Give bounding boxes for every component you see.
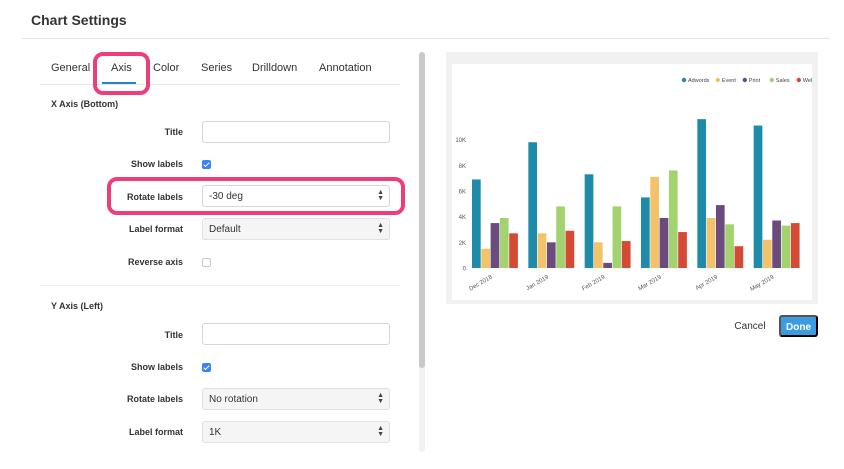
select-arrows-icon: ▲ ▼ — [377, 392, 384, 405]
x-axis-title-label: Title — [164, 127, 183, 137]
bar-web — [509, 233, 518, 268]
x-axis-label-format-value: Default — [209, 224, 241, 235]
x-axis-show-labels-label: Show labels — [130, 159, 183, 169]
legend-label-print: Print — [749, 78, 761, 84]
y-axis-show-labels-checkbox[interactable] — [202, 363, 211, 372]
cancel-button[interactable]: Cancel — [728, 318, 772, 336]
bar-sales — [725, 224, 734, 268]
bar-event — [762, 239, 772, 268]
tab-annotation[interactable]: Annotation — [319, 62, 372, 74]
select-arrows-icon: ▲ ▼ — [377, 425, 384, 438]
dialog-title: Chart Settings — [31, 12, 127, 28]
bar-event — [481, 248, 490, 268]
legend-marker-sales — [769, 77, 774, 83]
tab-general[interactable]: General — [51, 62, 90, 74]
y-tick-label: 10K — [455, 138, 466, 144]
bar-sales — [612, 206, 622, 268]
legend-marker-adwords — [681, 77, 687, 83]
bar-event — [537, 233, 547, 268]
bar-adwords — [753, 125, 763, 268]
bar-adwords — [528, 142, 538, 268]
x-tick-label: Jan 2019 — [526, 274, 551, 292]
bar-sales — [668, 170, 678, 268]
bar-sales — [499, 217, 509, 268]
x-axis-label-format-select[interactable]: Default ▲ ▼ — [202, 218, 390, 240]
y-tick-label: 6K — [459, 190, 466, 196]
bar-print — [546, 242, 556, 268]
y-axis-title-label: Title — [164, 330, 183, 340]
tab-series[interactable]: Series — [201, 62, 232, 74]
y-tick-label: 8K — [459, 164, 466, 170]
bar-print — [490, 223, 500, 268]
x-axis-reverse-axis-checkbox[interactable] — [202, 258, 211, 267]
tab-drilldown[interactable]: Drilldown — [252, 62, 297, 74]
done-button[interactable]: Done — [779, 315, 818, 337]
bar-web — [678, 232, 687, 268]
x-axis-label-format-label: Label format — [128, 224, 183, 234]
x-tick-label: Mar 2019 — [638, 274, 664, 292]
y-tick-label: 2K — [459, 241, 466, 247]
legend-label-sales: Sales — [776, 78, 790, 84]
y-axis-label-format-value: 1K — [209, 427, 222, 438]
bar-adwords — [472, 179, 481, 268]
bar-sales — [781, 225, 791, 268]
y-tick-label: 0 — [463, 267, 467, 273]
legend-label-event: Event — [722, 78, 737, 84]
y-axis-section-title: Y Axis (Left) — [51, 301, 104, 311]
title-divider — [22, 38, 830, 39]
axis-tab-highlight — [93, 52, 150, 95]
x-tick-label: May 2019 — [749, 274, 775, 293]
bar-adwords — [641, 197, 650, 268]
bar-web — [621, 241, 631, 268]
bar-event — [650, 176, 659, 268]
x-tick-label: Dec 2018 — [468, 274, 494, 292]
bar-event — [593, 242, 603, 268]
bar-sales — [556, 206, 565, 268]
x-tick-label: Feb 2019 — [581, 274, 607, 292]
x-axis-show-labels-checkbox[interactable] — [202, 160, 211, 169]
select-arrows-icon: ▲ ▼ — [377, 222, 384, 235]
bar-print — [715, 205, 725, 268]
y-tick-label: 4K — [459, 215, 466, 221]
y-axis-rotate-labels-select[interactable]: No rotation ▲ ▼ — [202, 388, 390, 410]
legend-marker-web — [796, 77, 801, 83]
bar-print — [603, 262, 612, 268]
bar-print — [772, 220, 781, 268]
y-axis-label-format-label: Label format — [128, 427, 183, 437]
y-axis-title-input[interactable] — [202, 323, 390, 345]
bar-event — [706, 217, 716, 268]
x-axis-reverse-axis-label: Reverse axis — [127, 257, 183, 267]
bar-print — [659, 217, 669, 268]
section-divider — [40, 285, 400, 286]
bar-web — [734, 246, 744, 268]
y-axis-show-labels-label: Show labels — [130, 362, 183, 372]
legend-marker-print — [742, 77, 747, 83]
tab-color[interactable]: Color — [153, 62, 179, 74]
y-axis-label-format-select[interactable]: 1K ▲ ▼ — [202, 421, 390, 443]
bar-adwords — [697, 119, 707, 268]
settings-scrollbar-thumb[interactable] — [419, 52, 425, 368]
bar-web — [565, 230, 575, 268]
bar-chart: 0 2K 4K 6K 8K 10K Dec 2018 Jan 2019 Feb 2019 Mar … — [455, 77, 814, 293]
chart-preview: 0 2K 4K 6K 8K 10K Dec 2018 Jan 2019 Feb 2019 Mar … — [452, 64, 814, 300]
bar-web — [790, 223, 800, 268]
y-axis-rotate-labels-value: No rotation — [209, 394, 258, 405]
legend-marker-event — [715, 77, 720, 83]
y-axis-rotate-labels-label: Rotate labels — [126, 394, 183, 404]
x-axis-section-title: X Axis (Bottom) — [51, 99, 119, 109]
legend-label-adwords: Adwords — [688, 78, 710, 84]
x-axis-title-input[interactable] — [202, 121, 390, 143]
rotate-labels-highlight — [107, 177, 405, 215]
x-tick-label: Apr 2019 — [695, 274, 720, 292]
legend-label-web: Web — [803, 78, 812, 84]
bar-adwords — [584, 174, 594, 268]
